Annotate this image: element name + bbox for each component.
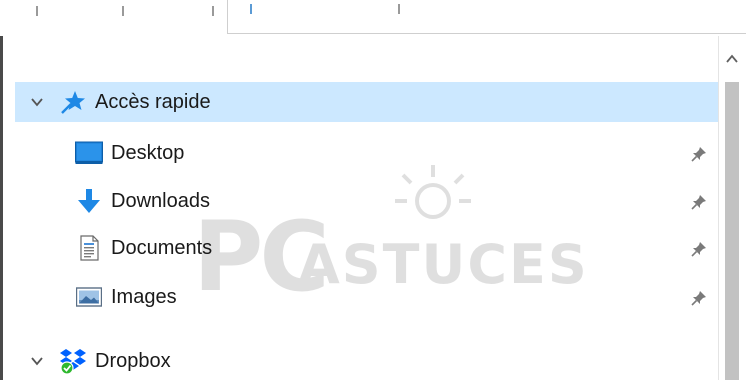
pin-icon[interactable] bbox=[690, 145, 708, 163]
document-icon bbox=[75, 234, 103, 262]
scroll-up-icon[interactable] bbox=[723, 50, 741, 68]
tree-item-desktop[interactable]: Desktop bbox=[15, 133, 718, 173]
address-icon-fragment bbox=[250, 4, 252, 14]
dropbox-label: Dropbox bbox=[95, 349, 171, 372]
address-bar[interactable] bbox=[227, 0, 746, 34]
nav-up-fragment[interactable] bbox=[212, 6, 214, 16]
pin-icon[interactable] bbox=[690, 289, 708, 307]
pin-icon[interactable] bbox=[690, 193, 708, 211]
toolbar bbox=[0, 0, 746, 36]
vertical-scrollbar[interactable] bbox=[718, 36, 746, 380]
desktop-label: Desktop bbox=[111, 141, 185, 164]
blue-star-pin-icon bbox=[59, 88, 87, 116]
scrollbar-thumb[interactable] bbox=[725, 82, 739, 380]
address-separator-fragment bbox=[398, 4, 400, 14]
tree-item-quick-access[interactable]: Accès rapide bbox=[15, 82, 718, 122]
navigation-buttons bbox=[0, 0, 228, 18]
images-label: Images bbox=[111, 285, 177, 308]
navigation-pane: Accès rapide Desktop Downloads Documents… bbox=[3, 36, 718, 380]
tree-item-images[interactable]: Images bbox=[15, 277, 718, 317]
downloads-label: Downloads bbox=[111, 189, 210, 212]
nav-back-fragment[interactable] bbox=[36, 6, 38, 16]
chevron-down-icon[interactable] bbox=[29, 353, 45, 369]
pictures-icon bbox=[75, 283, 103, 311]
tree-item-downloads[interactable]: Downloads bbox=[15, 181, 718, 221]
pin-icon[interactable] bbox=[690, 240, 708, 258]
desktop-folder-icon bbox=[75, 139, 103, 167]
nav-forward-fragment[interactable] bbox=[122, 6, 124, 16]
quick-access-label: Accès rapide bbox=[95, 90, 211, 113]
documents-label: Documents bbox=[111, 236, 213, 259]
tree-item-documents[interactable]: Documents bbox=[15, 228, 718, 268]
download-arrow-icon bbox=[75, 187, 103, 215]
chevron-down-icon[interactable] bbox=[29, 94, 45, 110]
dropbox-icon bbox=[59, 347, 87, 375]
tree-item-dropbox[interactable]: Dropbox bbox=[15, 341, 718, 381]
